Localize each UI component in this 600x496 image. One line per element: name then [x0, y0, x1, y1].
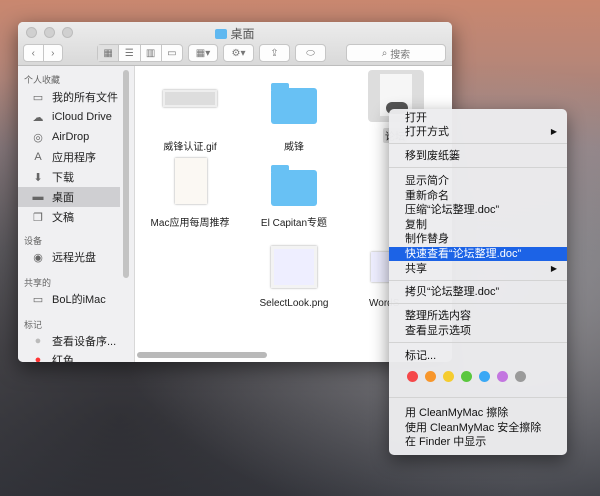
- back-button[interactable]: ‹: [24, 45, 44, 61]
- png-thumbnail-icon: [271, 246, 317, 288]
- sidebar-item-applications[interactable]: A 应用程序: [18, 147, 120, 167]
- finder-window: 桌面 ‹ › ▦ ☰ ▥ ▭ ▦▾ ⚙▾ ⇪ ⬭ ⌕ 搜索 个人收藏 ▭ 我的所有文件 ☁…: [18, 22, 452, 362]
- tag-red-icon: ●: [34, 354, 42, 362]
- menu-separator: [389, 342, 567, 343]
- action-gear-button[interactable]: ⚙▾: [223, 44, 254, 62]
- tag-gray-icon: ●: [34, 335, 42, 347]
- section-header: 标记: [24, 320, 43, 330]
- sidebar-item-tag-view[interactable]: ● 查看设备序...: [18, 331, 120, 351]
- submenu-arrow-icon: ▶: [550, 127, 557, 136]
- nav-buttons: ‹ ›: [23, 44, 63, 62]
- menu-item-rename[interactable]: 重新命名: [389, 189, 567, 203]
- tag-red-dot[interactable]: [407, 371, 418, 382]
- arrange-button[interactable]: ▦▾: [188, 44, 218, 62]
- section-header: 共享的: [24, 278, 52, 288]
- tag-button[interactable]: ⬭: [295, 44, 326, 62]
- share-button[interactable]: ⇪: [259, 44, 290, 62]
- menu-item-open[interactable]: 打开: [389, 111, 567, 125]
- icon-view-button[interactable]: ▦: [98, 45, 120, 61]
- tag-purple-dot[interactable]: [497, 371, 508, 382]
- menu-item-cleanmymac-secure-erase[interactable]: 使用 CleanMyMac 安全擦除: [389, 421, 567, 435]
- folder-icon: [271, 83, 317, 124]
- download-icon: ⬇: [33, 171, 43, 184]
- menu-item-share[interactable]: 共享 ▶: [389, 262, 567, 276]
- folder-icon: [215, 29, 228, 39]
- context-menu: 打开 打开方式 ▶ 移到废纸篓 显示简介 重新命名 压缩“论坛整理.doc” 复制…: [389, 109, 567, 455]
- menu-item-copy[interactable]: 拷贝“论坛整理.doc”: [389, 285, 567, 299]
- applications-icon: A: [34, 151, 42, 163]
- menu-separator: [389, 397, 567, 398]
- section-header: 个人收藏: [24, 75, 61, 85]
- menu-item-compress[interactable]: 压缩“论坛整理.doc”: [389, 203, 567, 217]
- menu-separator: [389, 303, 567, 304]
- sidebar-scrollbar[interactable]: [123, 70, 129, 278]
- menu-separator: [389, 167, 567, 168]
- imac-icon: ▭: [32, 293, 44, 306]
- titlebar: 桌面 ‹ › ▦ ☰ ▥ ▭ ▦▾ ⚙▾ ⇪ ⬭ ⌕ 搜索: [18, 22, 452, 66]
- tag-gray-dot[interactable]: [515, 371, 526, 382]
- search-icon: ⌕: [381, 47, 391, 59]
- horizontal-scrollbar[interactable]: [137, 352, 267, 358]
- menu-item-tags[interactable]: 标记...: [389, 349, 567, 363]
- tag-color-row: [407, 371, 526, 382]
- coverflow-view-button[interactable]: ▭: [162, 45, 182, 61]
- doc-thumbnail-icon: [175, 158, 207, 204]
- column-view-button[interactable]: ▥: [141, 45, 162, 61]
- airdrop-icon: ◎: [33, 131, 43, 144]
- desktop-icon: ▬: [32, 191, 44, 203]
- menu-item-quick-look[interactable]: 快速查看“论坛整理.doc”: [389, 247, 567, 261]
- menu-item-show-in-finder[interactable]: 在 Finder 中显示: [389, 435, 567, 449]
- menu-item-cleanmymac-erase[interactable]: 用 CleanMyMac 擦除: [389, 406, 567, 420]
- gif-thumbnail-icon: [163, 90, 217, 107]
- sidebar-item-airdrop[interactable]: ◎ AirDrop: [18, 127, 120, 147]
- view-mode-control: ▦ ☰ ▥ ▭: [97, 44, 183, 62]
- menu-item-duplicate[interactable]: 复制: [389, 218, 567, 232]
- menu-item-move-to-trash[interactable]: 移到废纸篓: [389, 149, 567, 163]
- menu-item-get-info[interactable]: 显示简介: [389, 174, 567, 188]
- tag-orange-dot[interactable]: [425, 371, 436, 382]
- folder-icon: [271, 165, 317, 206]
- sidebar-item-desktop[interactable]: ▬ 桌面: [18, 187, 120, 207]
- menu-item-make-alias[interactable]: 制作替身: [389, 232, 567, 246]
- window-title: 桌面: [18, 25, 452, 42]
- search-field[interactable]: ⌕ 搜索: [346, 44, 446, 62]
- tag-green-dot[interactable]: [461, 371, 472, 382]
- sidebar-item-tag-red[interactable]: ● 红色: [18, 350, 120, 362]
- disc-icon: ◉: [33, 251, 43, 264]
- menu-item-show-view-options[interactable]: 查看显示选项: [389, 324, 567, 338]
- forward-button[interactable]: ›: [44, 45, 63, 61]
- sidebar-item-imac[interactable]: ▭ BoL的iMac: [18, 289, 120, 309]
- cloud-icon: ☁: [32, 111, 44, 124]
- sidebar-item-documents[interactable]: ❐ 文稿: [18, 207, 120, 227]
- all-files-icon: ▭: [32, 91, 44, 104]
- submenu-arrow-icon: ▶: [550, 264, 557, 273]
- menu-separator: [389, 280, 567, 281]
- tag-yellow-dot[interactable]: [443, 371, 454, 382]
- menu-item-open-with[interactable]: 打开方式 ▶: [389, 125, 567, 139]
- menu-separator: [389, 143, 567, 144]
- sidebar-item-remote-disc[interactable]: ◉ 远程光盘: [18, 247, 120, 267]
- sidebar-item-icloud[interactable]: ☁ iCloud Drive: [18, 107, 120, 127]
- list-view-button[interactable]: ☰: [119, 45, 141, 61]
- sidebar-item-all-files[interactable]: ▭ 我的所有文件: [18, 87, 120, 107]
- section-header: 设备: [24, 236, 43, 246]
- sidebar: 个人收藏 ▭ 我的所有文件 ☁ iCloud Drive ◎ AirDrop A 应用程…: [18, 66, 135, 362]
- menu-item-clean-up-selection[interactable]: 整理所选内容: [389, 309, 567, 323]
- sidebar-item-downloads[interactable]: ⬇ 下载: [18, 167, 120, 187]
- tag-blue-dot[interactable]: [479, 371, 490, 382]
- documents-icon: ❐: [33, 211, 43, 224]
